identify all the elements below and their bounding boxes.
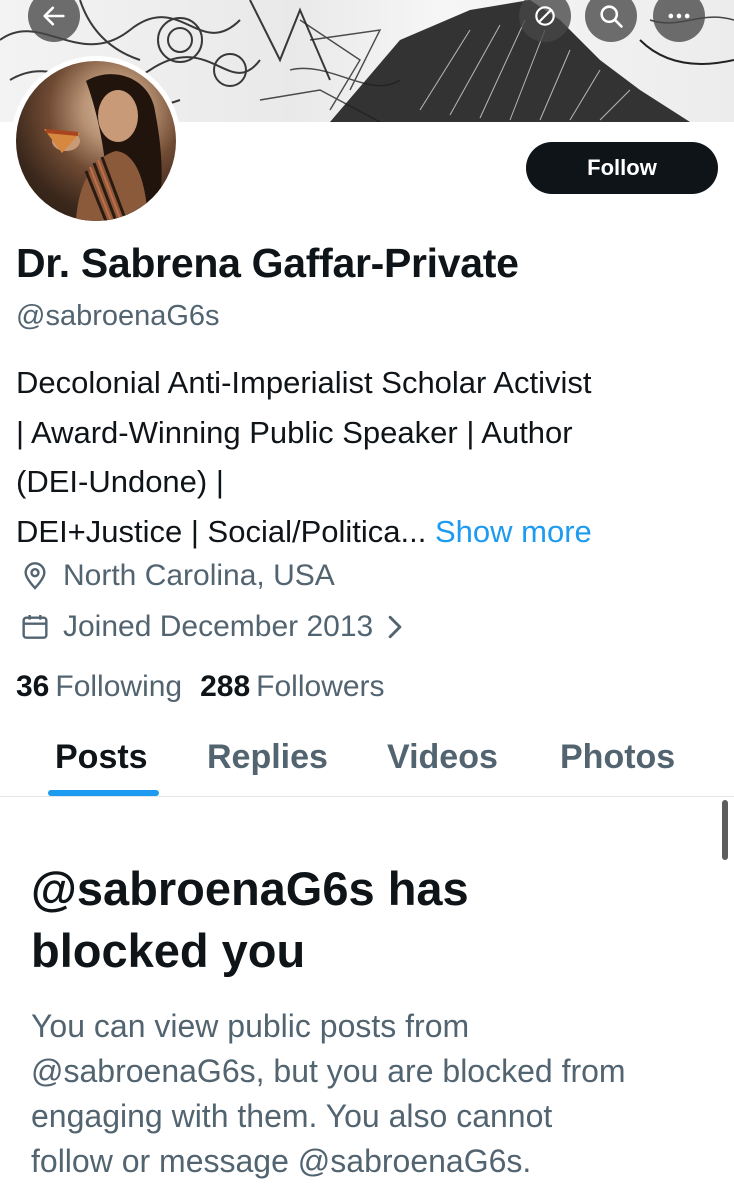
blocked-message-line: @sabroenaG6s, but you are blocked from (31, 1053, 626, 1089)
bio-line: (DEI-Undone) | (16, 464, 224, 499)
calendar-icon (16, 608, 54, 646)
avatar-photo (16, 61, 176, 221)
arrow-left-icon (43, 6, 65, 26)
blocked-message-line: You can view public posts from (31, 1008, 470, 1044)
scrollbar[interactable] (722, 800, 728, 860)
more-icon (668, 13, 690, 19)
follow-stats: 36 Following 288 Followers (16, 670, 403, 704)
tab-photos[interactable]: Photos (560, 738, 675, 777)
joined-row[interactable]: Joined December 2013 (16, 608, 405, 646)
tab-posts[interactable]: Posts (55, 738, 148, 777)
show-more-link[interactable]: Show more (435, 514, 592, 549)
follow-button[interactable]: Follow (526, 142, 718, 194)
following-label: Following (55, 670, 183, 703)
tabs-divider (0, 796, 734, 797)
chevron-right-icon (385, 614, 405, 640)
blocked-message-line: follow or message @sabroenaG6s. (31, 1143, 532, 1179)
bio-line-last: DEI+Justice | Social/Politica... Show mo… (16, 507, 726, 557)
edit-icon (535, 6, 555, 26)
tab-replies[interactable]: Replies (207, 738, 328, 777)
person-photo (44, 74, 162, 221)
blocked-title: @sabroenaG6s has blocked you (31, 858, 711, 982)
blocked-message-line: engaging with them. You also cannot (31, 1098, 553, 1134)
joined-text: Joined December 2013 (63, 610, 374, 643)
followers-stat[interactable]: 288 Followers (200, 670, 384, 704)
display-name: Dr. Sabrena Gaffar-Private (16, 240, 519, 286)
bio-line-text: DEI+Justice | Social/Politica... (16, 513, 427, 549)
followers-label: Followers (256, 670, 385, 703)
bio-line: | Award-Winning Public Speaker | Author (16, 414, 573, 450)
following-count: 36 (16, 670, 50, 703)
location-row: North Carolina, USA (16, 557, 335, 595)
blocked-message: You can view public posts from @sabroena… (31, 1004, 721, 1184)
blocked-title-line: blocked you (31, 924, 306, 977)
search-icon (600, 5, 623, 28)
user-handle: @sabroenaG6s (16, 300, 220, 332)
blocked-title-line: @sabroenaG6s has (31, 862, 469, 915)
following-stat[interactable]: 36 Following (16, 670, 182, 704)
profile-bio: Decolonial Anti-Imperialist Scholar Acti… (16, 358, 726, 556)
avatar[interactable] (11, 56, 181, 226)
location-pin-icon (16, 557, 54, 595)
tab-videos[interactable]: Videos (387, 738, 498, 777)
location-text: North Carolina, USA (63, 559, 335, 592)
followers-count: 288 (200, 670, 251, 703)
bio-line: Decolonial Anti-Imperialist Scholar Acti… (16, 365, 592, 400)
